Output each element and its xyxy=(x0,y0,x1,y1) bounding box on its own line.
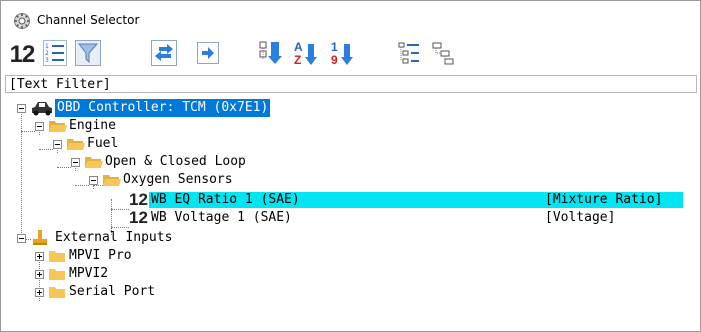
toolbar: 12 123 A Z 1 9 xyxy=(1,40,700,70)
sort-letter-z: Z xyxy=(294,53,302,67)
channel-row-wb-voltage[interactable]: 12 WB Voltage 1 (SAE) [Voltage] xyxy=(1,209,700,227)
tree-item-oxygen-sensors[interactable]: Oxygen Sensors xyxy=(1,171,700,189)
svg-text:2: 2 xyxy=(45,50,49,57)
tree-item-fuel[interactable]: Fuel xyxy=(1,135,700,153)
tree-item-serial-port[interactable]: Serial Port xyxy=(1,283,700,301)
filter-flag-icon xyxy=(75,40,101,70)
tree-label: Oxygen Sensors xyxy=(123,172,233,187)
collapse-toggle-icon[interactable] xyxy=(71,158,80,167)
filter-flag-button[interactable] xyxy=(73,40,103,70)
swap-arrows-button[interactable] xyxy=(149,40,179,70)
folder-open-icon xyxy=(49,120,67,132)
tree-item-open-closed-loop[interactable]: Open & Closed Loop xyxy=(1,153,700,171)
tree-view-icon xyxy=(431,41,455,69)
tree-label: Open & Closed Loop xyxy=(105,154,246,169)
expand-sort-button[interactable] xyxy=(257,40,285,70)
tree-item-external-inputs[interactable]: External Inputs xyxy=(1,229,700,247)
sort-a-z-icon: A Z xyxy=(292,40,318,68)
channel-selector-window: Channel Selector 12 123 A Z 1 9 [Text Fi… xyxy=(0,0,701,332)
window-title: Channel Selector xyxy=(37,13,140,27)
sort-digit-1: 1 xyxy=(331,40,338,54)
list-view-button[interactable] xyxy=(395,40,423,70)
arrow-right-button[interactable] xyxy=(195,40,221,70)
channel-unit: [Voltage] xyxy=(545,210,616,225)
tree-label: Fuel xyxy=(87,136,119,151)
sort-letter-a: A xyxy=(294,40,303,54)
expand-sort-icon xyxy=(259,40,283,70)
channel-tree: OBD Controller: TCM (0x7E1) Engine Fuel … xyxy=(1,95,700,331)
tree-view-button[interactable] xyxy=(429,40,457,70)
folder-open-icon xyxy=(103,174,121,186)
collapse-toggle-icon[interactable] xyxy=(17,104,26,113)
sort-1-9-icon: 1 9 xyxy=(328,40,354,68)
channel-label: WB EQ Ratio 1 (SAE) xyxy=(151,192,300,207)
collapse-toggle-icon[interactable] xyxy=(17,234,26,243)
svg-text:1: 1 xyxy=(45,43,49,50)
svg-text:3: 3 xyxy=(45,57,49,64)
channel-label: WB Voltage 1 (SAE) xyxy=(151,210,292,225)
collapse-toggle-icon[interactable] xyxy=(35,122,44,131)
expand-toggle-icon[interactable] xyxy=(35,252,44,261)
list-view-icon xyxy=(397,41,421,69)
tree-item-mpvi-pro[interactable]: MPVI Pro xyxy=(1,247,700,265)
numeric-channel-icon: 12 xyxy=(129,208,148,227)
numeric-12-icon: 12 xyxy=(9,41,36,68)
tree-label: OBD Controller: TCM (0x7E1) xyxy=(55,99,271,117)
collapse-toggle-icon[interactable] xyxy=(53,140,62,149)
expand-toggle-icon[interactable] xyxy=(35,270,44,279)
channel-row-wb-eq-ratio[interactable]: 12 WB EQ Ratio 1 (SAE) [Mixture Ratio] xyxy=(1,191,700,209)
swap-arrows-icon xyxy=(151,40,177,70)
tree-item-engine[interactable]: Engine xyxy=(1,117,700,135)
sort-1-9-button[interactable]: 1 9 xyxy=(327,40,355,70)
gear-icon xyxy=(13,12,31,30)
channel-unit: [Mixture Ratio] xyxy=(545,192,663,207)
expand-toggle-icon[interactable] xyxy=(35,288,44,297)
sort-a-z-button[interactable]: A Z xyxy=(291,40,319,70)
sort-digit-9: 9 xyxy=(331,53,338,67)
numbered-list-icon: 123 xyxy=(43,40,67,70)
tree-label: MPVI Pro xyxy=(69,248,132,263)
tree-label: MPVI2 xyxy=(69,266,109,281)
folder-icon xyxy=(49,286,65,298)
arrow-right-icon xyxy=(197,42,219,68)
title-bar: Channel Selector xyxy=(1,1,700,37)
tree-item-obd-controller[interactable]: OBD Controller: TCM (0x7E1) xyxy=(1,99,700,117)
numeric-12-button[interactable]: 12 xyxy=(7,40,37,70)
folder-open-icon xyxy=(67,138,85,150)
tree-item-mpvi2[interactable]: MPVI2 xyxy=(1,265,700,283)
tree-label: External Inputs xyxy=(55,230,173,245)
folder-icon xyxy=(49,250,65,262)
numeric-channel-icon: 12 xyxy=(129,190,148,209)
tree-label: Engine xyxy=(69,118,116,133)
folder-open-icon xyxy=(85,156,103,168)
numbered-list-button[interactable]: 123 xyxy=(41,40,69,70)
collapse-toggle-icon[interactable] xyxy=(89,176,98,185)
tree-label: Serial Port xyxy=(69,284,156,299)
text-filter-input[interactable]: [Text Filter] xyxy=(5,75,697,93)
folder-icon xyxy=(49,268,65,280)
